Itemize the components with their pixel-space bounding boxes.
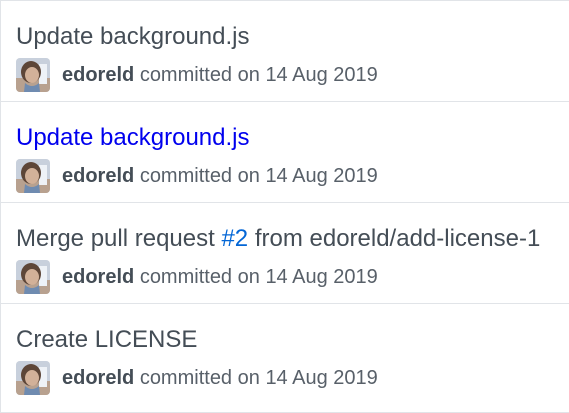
commit-meta: edoreld committed on 14 Aug 2019 — [16, 159, 378, 193]
commit-meta: edoreld committed on 14 Aug 2019 — [16, 58, 378, 92]
commit-date: 14 Aug 2019 — [265, 165, 378, 187]
author-avatar-icon[interactable] — [16, 58, 50, 92]
commit-list: Update background.js edoreld committed o… — [0, 0, 569, 413]
commit-meta-text: edoreld committed on 14 Aug 2019 — [62, 164, 378, 188]
commit-action-text: committed on — [139, 165, 260, 187]
commit-meta-text: edoreld committed on 14 Aug 2019 — [62, 366, 378, 390]
commit-meta: edoreld committed on 14 Aug 2019 — [16, 361, 378, 395]
commit-message-link[interactable]: Merge pull request — [16, 225, 215, 252]
commit-message-link[interactable]: from edoreld/add-license-1 — [255, 225, 540, 252]
author-avatar-icon[interactable] — [16, 260, 50, 294]
commit-message-link[interactable]: Update background.js — [16, 122, 249, 154]
commit-action-text: committed on — [139, 266, 260, 288]
author-avatar-icon[interactable] — [16, 159, 50, 193]
author-link[interactable]: edoreld — [62, 165, 134, 187]
commit-meta-text: edoreld committed on 14 Aug 2019 — [62, 63, 378, 87]
commit-meta-text: edoreld committed on 14 Aug 2019 — [62, 265, 378, 289]
commit-date: 14 Aug 2019 — [265, 64, 378, 86]
commit-action-text: committed on — [139, 367, 260, 389]
author-avatar-icon[interactable] — [16, 361, 50, 395]
commit-message-link[interactable]: Create LICENSE — [16, 324, 197, 356]
commit-row: Update background.js edoreld committed o… — [1, 1, 569, 102]
commit-message-link[interactable]: Update background.js — [16, 21, 249, 53]
commit-date: 14 Aug 2019 — [265, 367, 378, 389]
author-link[interactable]: edoreld — [62, 266, 134, 288]
commit-action-text: committed on — [139, 64, 260, 86]
commit-row: Merge pull request #2 from edoreld/add-l… — [1, 203, 569, 304]
pull-request-link[interactable]: #2 — [221, 225, 248, 252]
commit-row: Update background.js edoreld committed o… — [1, 102, 569, 203]
commit-message: Merge pull request #2 from edoreld/add-l… — [16, 223, 540, 255]
commit-meta: edoreld committed on 14 Aug 2019 — [16, 260, 378, 294]
author-link[interactable]: edoreld — [62, 367, 134, 389]
author-link[interactable]: edoreld — [62, 64, 134, 86]
commit-row: Create LICENSE edoreld committed on 14 A… — [1, 304, 569, 405]
commit-date: 14 Aug 2019 — [265, 266, 378, 288]
